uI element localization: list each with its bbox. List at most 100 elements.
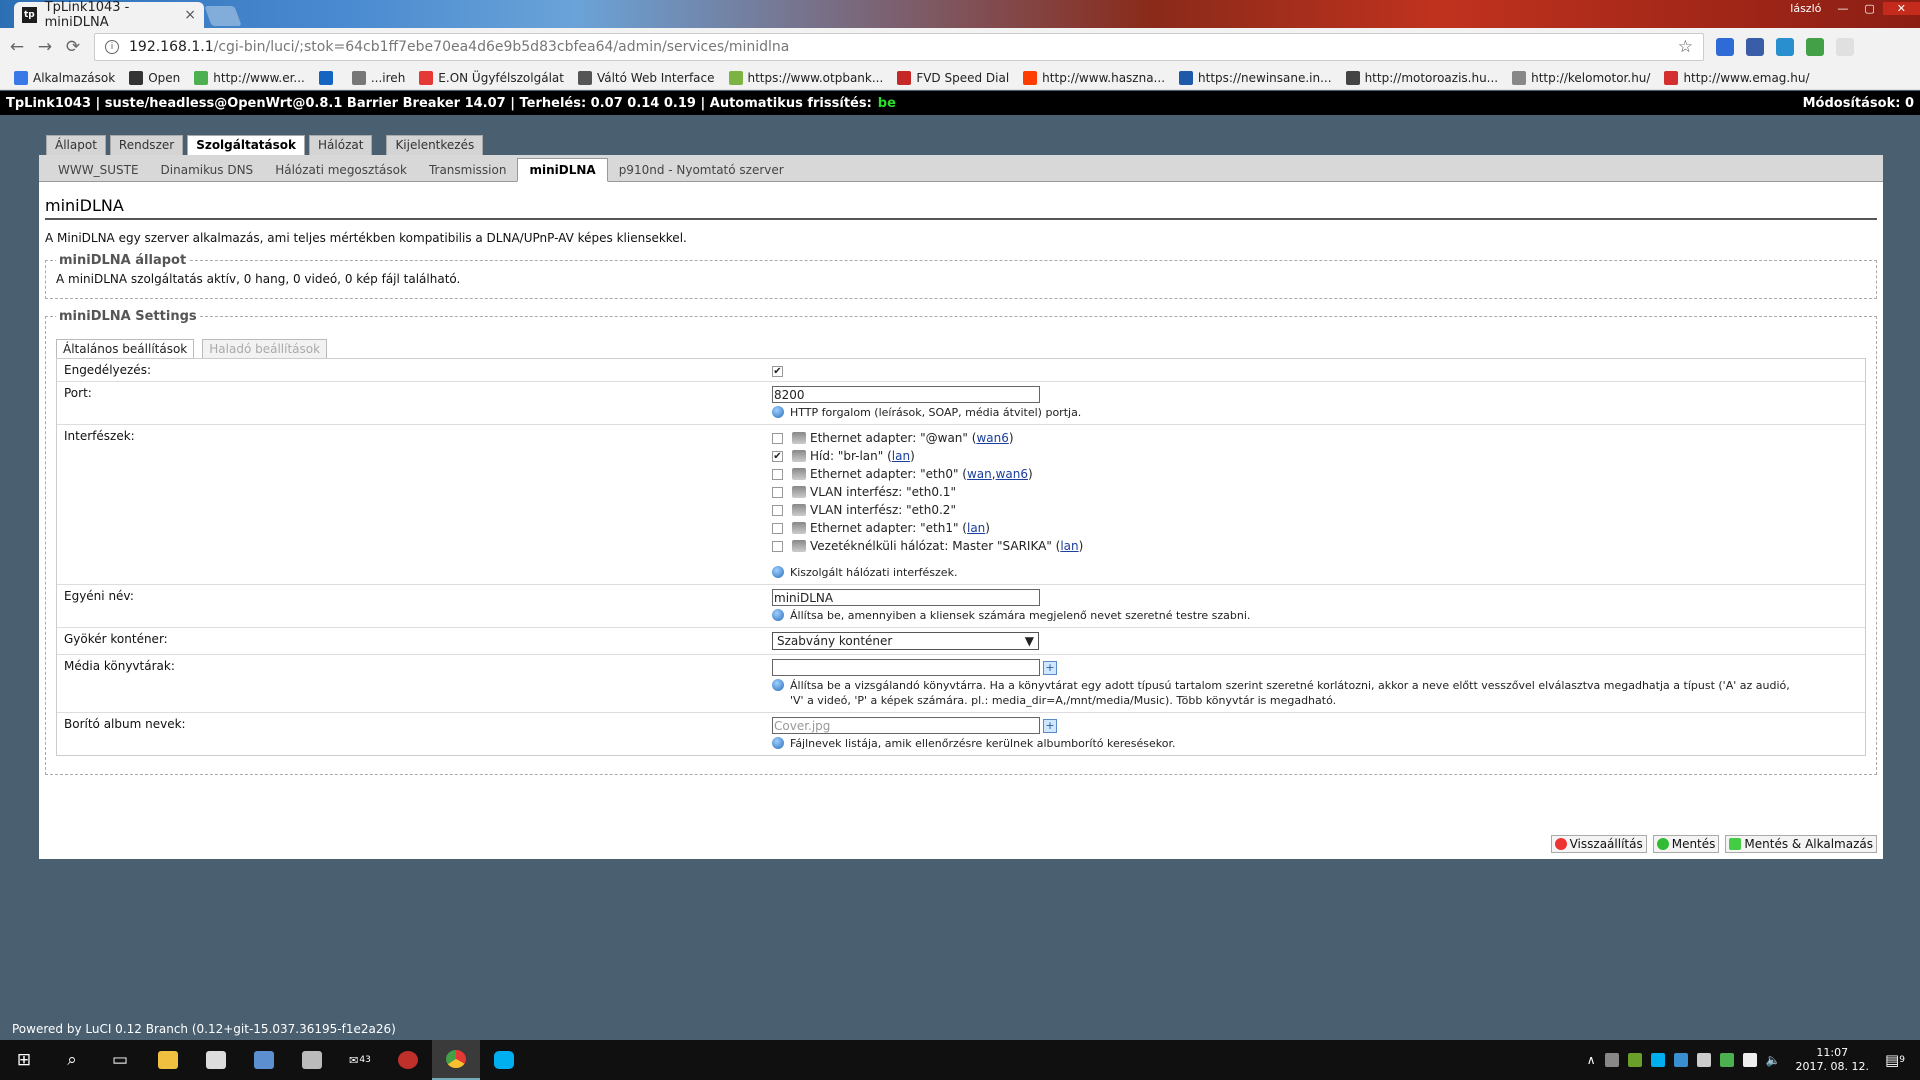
window-close-icon[interactable]: ✕ — [1882, 1, 1920, 15]
store-icon[interactable] — [192, 1040, 240, 1080]
interface-checkbox[interactable] — [772, 540, 783, 552]
remote-desktop-icon[interactable] — [240, 1040, 288, 1080]
bookmark-item[interactable]: http://kelomotor.hu/ — [1508, 70, 1654, 85]
network-link[interactable]: lan — [1060, 539, 1078, 553]
wifi-tray-icon[interactable] — [1742, 1053, 1757, 1067]
network-link[interactable]: wan6 — [996, 467, 1028, 481]
add-media-dir-icon[interactable]: + — [1043, 661, 1057, 675]
reset-button[interactable]: Visszaállítás — [1550, 835, 1647, 853]
subtab-transmission[interactable]: Transmission — [418, 159, 518, 181]
interface-checkbox[interactable] — [772, 522, 783, 534]
notification-center-icon[interactable]: ▤ 9 — [1878, 1051, 1912, 1069]
subtab-network-shares[interactable]: Hálózati megosztások — [264, 159, 418, 181]
tab-advanced-settings[interactable]: Haladó beállítások — [202, 339, 328, 358]
changes-counter[interactable]: Módosítások: 0 — [1803, 96, 1914, 111]
save-button[interactable]: Mentés — [1652, 835, 1720, 853]
windows-taskbar: ⊞ ⌕ ▭ ✉ 43 ∧ 🔈 11:07 2017. 08. 12. ▤ 9 — [0, 1040, 1920, 1080]
subtab-dynamic-dns[interactable]: Dinamikus DNS — [150, 159, 265, 181]
interface-checkbox[interactable]: ✔ — [772, 450, 783, 462]
bookmark-item[interactable]: FVD Speed Dial — [893, 70, 1013, 85]
tab-rendszer[interactable]: Rendszer — [109, 135, 184, 155]
subtab-minidlna[interactable]: miniDLNA — [517, 158, 608, 182]
reload-icon[interactable]: ⟳ — [62, 36, 84, 58]
bookmark-star-icon[interactable]: ☆ — [1678, 37, 1693, 57]
network-tray-icon[interactable] — [1673, 1053, 1688, 1067]
chrome-icon[interactable] — [432, 1040, 480, 1080]
bookmark-item[interactable]: https://newinsane.in... — [1175, 70, 1336, 85]
enable-checkbox[interactable]: ✔ — [772, 366, 783, 377]
bookmark-item[interactable]: http://www.haszna... — [1019, 70, 1169, 85]
android-extension-icon[interactable] — [1806, 38, 1824, 56]
subtab-www-suste[interactable]: WWW_SUSTE — [47, 159, 150, 181]
maximize-icon[interactable]: ▢ — [1856, 2, 1882, 15]
bookmark-item[interactable]: E.ON Ügyfélszolgálat — [415, 70, 568, 85]
bookmark-item[interactable]: Alkalmazások — [10, 70, 119, 85]
user-profile-name[interactable]: lászló — [1782, 2, 1829, 15]
skype-icon[interactable] — [480, 1040, 528, 1080]
bluetooth-tray-icon[interactable] — [1696, 1053, 1711, 1067]
file-explorer-icon[interactable] — [144, 1040, 192, 1080]
network-link[interactable]: wan — [967, 467, 992, 481]
friendly-name-input[interactable] — [772, 589, 1040, 606]
clock[interactable]: 11:07 2017. 08. 12. — [1796, 1046, 1869, 1074]
network-link[interactable]: lan — [892, 449, 910, 463]
album-art-input[interactable] — [772, 717, 1040, 734]
forward-arrow-icon[interactable]: → — [34, 36, 56, 58]
site-info-icon[interactable]: i — [105, 40, 119, 54]
back-arrow-icon[interactable]: ← — [6, 36, 28, 58]
port-input[interactable] — [772, 386, 1040, 403]
bookmark-item[interactable]: http://www.er... — [190, 70, 309, 85]
skype-tray-icon[interactable] — [1650, 1053, 1665, 1067]
bookmark-favicon-icon — [318, 70, 333, 85]
interface-checkbox[interactable] — [772, 468, 783, 480]
bookmark-item[interactable]: ...ireh — [348, 70, 409, 85]
bookmark-item[interactable]: https://www.otpbank... — [725, 70, 888, 85]
save-apply-button[interactable]: Mentés & Alkalmazás — [1725, 835, 1877, 853]
tab-close-icon[interactable]: × — [184, 7, 196, 23]
info-icon — [772, 737, 784, 749]
feedly-extension-icon[interactable] — [1776, 38, 1794, 56]
friendly-name-label: Egyéni név: — [64, 589, 134, 603]
reset-label: Visszaállítás — [1569, 837, 1643, 851]
browser-tab-title: TpLink1043 - miniDLNA — [44, 0, 130, 30]
volume-icon[interactable]: 🔈 — [1766, 1053, 1781, 1067]
search-icon[interactable]: ⌕ — [48, 1040, 96, 1080]
tray-expand-icon[interactable]: ∧ — [1587, 1053, 1596, 1067]
task-view-icon[interactable]: ▭ — [96, 1040, 144, 1080]
bookmark-favicon-icon — [1512, 70, 1527, 85]
auto-refresh-toggle[interactable]: be — [878, 96, 896, 111]
tab-allapot[interactable]: Állapot — [46, 135, 106, 155]
browser-tab[interactable]: tp TpLink1043 - miniDLNA × — [14, 0, 204, 30]
bookmark-item[interactable]: http://www.emag.hu/ — [1660, 70, 1813, 85]
address-bar[interactable]: i 192.168.1.1/cgi-bin/luci/;stok=64cb1ff… — [94, 33, 1704, 61]
root-container-select[interactable]: Szabvány konténer ▼ — [772, 632, 1039, 650]
calculator-icon[interactable] — [288, 1040, 336, 1080]
bookmark-item[interactable]: http://motoroazis.hu... — [1342, 70, 1503, 85]
download-extension-icon[interactable] — [1746, 38, 1764, 56]
media-dir-input[interactable] — [772, 659, 1040, 676]
add-album-art-icon[interactable]: + — [1043, 719, 1057, 733]
mail-icon[interactable]: ✉ 43 — [336, 1040, 384, 1080]
interface-checkbox[interactable] — [772, 504, 783, 516]
windows-start-icon[interactable]: ⊞ — [0, 1040, 48, 1080]
bookmark-item[interactable] — [315, 70, 342, 85]
network-link[interactable]: wan6 — [976, 431, 1008, 445]
game-icon[interactable] — [384, 1040, 432, 1080]
app-tray-icon[interactable] — [1719, 1053, 1734, 1067]
bookmark-item[interactable]: Váltó Web Interface — [574, 70, 719, 85]
subtab-p910nd[interactable]: p910nd - Nyomtató szerver — [608, 159, 795, 181]
usb-tray-icon[interactable] — [1604, 1053, 1619, 1067]
tab-szolgaltatasok[interactable]: Szolgáltatások — [187, 135, 306, 156]
nvidia-tray-icon[interactable] — [1627, 1053, 1642, 1067]
interface-checkbox[interactable] — [772, 486, 783, 498]
tab-kijelentkezes[interactable]: Kijelentkezés — [386, 135, 484, 155]
new-tab-button[interactable] — [204, 6, 242, 26]
menu-extension-icon[interactable] — [1836, 38, 1854, 56]
bookmark-item[interactable]: Open — [125, 70, 184, 85]
minimize-icon[interactable]: — — [1829, 2, 1856, 15]
network-link[interactable]: lan — [967, 521, 985, 535]
tab-halozat[interactable]: Hálózat — [309, 135, 373, 155]
tab-general-settings[interactable]: Általános beállítások — [56, 339, 195, 358]
translate-extension-icon[interactable] — [1716, 38, 1734, 56]
interface-checkbox[interactable] — [772, 432, 783, 444]
